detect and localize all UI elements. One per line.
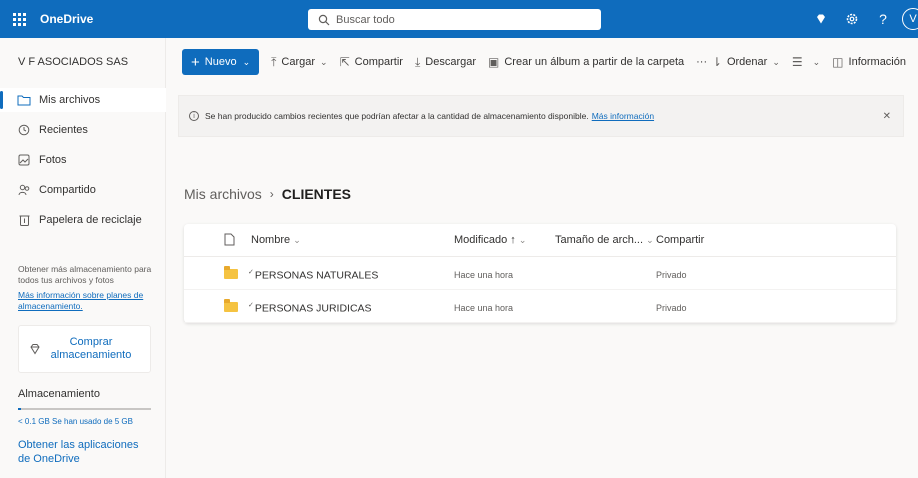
column-header-sharing[interactable]: Compartir — [656, 234, 704, 246]
breadcrumb: Mis archivos › CLIENTES — [184, 186, 351, 202]
buy-storage-button[interactable]: Comprar almacenamiento — [18, 325, 151, 373]
help-button[interactable]: ? — [870, 6, 896, 32]
sidebar-item-photos[interactable]: Fotos — [0, 148, 166, 172]
file-name[interactable]: ✓PERSONAS JURIDICAS — [248, 301, 372, 315]
folder-icon — [17, 93, 31, 107]
close-icon[interactable]: ✕ — [883, 111, 891, 122]
clock-icon — [17, 123, 31, 137]
question-icon: ? — [879, 11, 887, 27]
share-button[interactable]: ⇱ Compartir — [340, 55, 403, 69]
create-album-button[interactable]: ▣ Crear un álbum a partir de la carpeta — [488, 55, 684, 69]
file-list: Nombre ⌄ Modificado ↑ ⌄ Tamaño de arch..… — [184, 224, 896, 323]
info-icon: i — [189, 111, 199, 121]
get-apps-link[interactable]: Obtener las aplicaciones de OneDrive — [18, 438, 153, 466]
download-label: Descargar — [425, 56, 477, 68]
chevron-right-icon: › — [269, 187, 274, 201]
search-box[interactable]: Buscar todo — [308, 9, 601, 30]
table-row[interactable]: ✓PERSONAS JURIDICAS Hace una hora Privad… — [184, 290, 896, 323]
info-label: Información — [848, 56, 906, 68]
sidebar-item-recycle-bin[interactable]: Papelera de reciclaje — [0, 208, 166, 232]
sidebar-item-recent[interactable]: Recientes — [0, 118, 166, 142]
command-bar: + Nuevo ⌄ ⤒ Cargar ⌄ ⇱ Compartir ⤓ Desca… — [166, 38, 918, 86]
sort-icon: ⇂ — [711, 55, 722, 69]
chevron-down-icon: ⌄ — [812, 56, 821, 67]
info-button[interactable]: ◫ Información — [832, 55, 906, 69]
chevron-down-icon: ⌄ — [772, 56, 780, 67]
storage-plans-link[interactable]: Más información sobre planes de almacena… — [18, 290, 168, 312]
sharing-cell: Privado — [656, 303, 687, 313]
modified-cell: Hace una hora — [454, 270, 514, 280]
new-item-icon: ✓ — [248, 269, 254, 276]
avatar[interactable]: V — [902, 8, 918, 30]
file-list-header: Nombre ⌄ Modificado ↑ ⌄ Tamaño de arch..… — [184, 224, 896, 257]
sidebar-item-label: Mis archivos — [39, 94, 101, 106]
list-view-icon: ☰ — [791, 55, 803, 69]
storage-notice-banner: i Se han producido cambios recientes que… — [178, 95, 904, 137]
sidebar-item-shared[interactable]: Compartido — [0, 178, 166, 202]
storage-promo-text: Obtener más almacenamiento para todos tu… — [18, 264, 152, 285]
info-pane-icon: ◫ — [832, 55, 844, 69]
sidebar-item-label: Compartido — [39, 184, 96, 196]
app-launcher-button[interactable] — [0, 0, 38, 38]
banner-text: Se han producido cambios recientes que p… — [205, 111, 589, 121]
waffle-icon — [12, 12, 26, 26]
diamond-icon — [817, 14, 825, 24]
file-name[interactable]: ✓PERSONAS NATURALES — [248, 268, 378, 282]
trash-icon — [17, 213, 31, 227]
sharing-cell: Privado — [656, 270, 687, 280]
photo-icon — [17, 153, 31, 167]
upload-button[interactable]: ⤒ Cargar ⌄ — [271, 55, 327, 70]
banner-more-info-link[interactable]: Más información — [592, 111, 654, 121]
search-icon — [318, 14, 330, 25]
download-button[interactable]: ⤓ Descargar — [415, 55, 476, 70]
new-item-icon: ✓ — [248, 302, 254, 309]
modified-cell: Hace una hora — [454, 303, 514, 313]
sidebar-item-label: Fotos — [39, 154, 67, 166]
new-button[interactable]: + Nuevo ⌄ — [182, 49, 260, 75]
org-name: V F ASOCIADOS SAS — [18, 56, 129, 68]
app-title[interactable]: OneDrive — [40, 12, 93, 26]
file-type-icon[interactable] — [224, 233, 235, 249]
column-header-modified[interactable]: Modificado ↑ ⌄ — [454, 234, 526, 246]
storage-usage-text[interactable]: < 0.1 GB Se han usado de 5 GB — [18, 417, 133, 426]
storage-progress-fill — [18, 408, 21, 410]
breadcrumb-root[interactable]: Mis archivos — [184, 186, 262, 202]
download-icon: ⤓ — [414, 54, 421, 69]
sidebar-item-label: Papelera de reciclaje — [39, 214, 142, 226]
storage-title: Almacenamiento — [18, 388, 100, 400]
settings-button[interactable] — [839, 6, 865, 32]
premium-button[interactable] — [808, 6, 834, 32]
upload-label: Cargar — [281, 56, 316, 68]
people-icon — [17, 183, 31, 197]
chevron-down-icon: ⌄ — [242, 56, 251, 67]
search-placeholder: Buscar todo — [336, 13, 395, 26]
storage-progress-bar — [18, 408, 151, 410]
sort-button[interactable]: ⇂ Ordenar ⌄ — [712, 55, 780, 69]
gear-icon — [846, 13, 858, 25]
share-label: Compartir — [354, 56, 403, 68]
folder-icon — [224, 299, 238, 312]
plus-icon: + — [191, 53, 200, 71]
album-icon: ▣ — [488, 55, 500, 69]
table-row[interactable]: ✓PERSONAS NATURALES Hace una hora Privad… — [184, 257, 896, 290]
create-album-label: Crear un álbum a partir de la carpeta — [504, 56, 685, 68]
view-options-button[interactable]: ☰ ⌄ — [792, 55, 820, 69]
breadcrumb-current: CLIENTES — [281, 186, 352, 202]
upload-icon: ⤒ — [271, 54, 277, 69]
column-header-size[interactable]: Tamaño de arch... ⌄ — [555, 234, 654, 246]
column-header-name[interactable]: Nombre ⌄ — [251, 234, 301, 246]
buy-storage-label: Comprar almacenamiento — [50, 336, 132, 361]
sidebar: V F ASOCIADOS SAS Mis archivos Recientes… — [0, 38, 166, 478]
folder-icon — [224, 266, 238, 279]
share-icon: ⇱ — [339, 55, 350, 69]
top-bar: OneDrive Buscar todo ? V — [0, 0, 918, 38]
sidebar-item-my-files[interactable]: Mis archivos — [0, 88, 166, 112]
chevron-down-icon: ⌄ — [320, 56, 328, 67]
sidebar-item-label: Recientes — [39, 124, 88, 136]
new-button-label: Nuevo — [204, 56, 237, 68]
diamond-icon — [30, 344, 40, 355]
sort-label: Ordenar — [726, 56, 768, 68]
